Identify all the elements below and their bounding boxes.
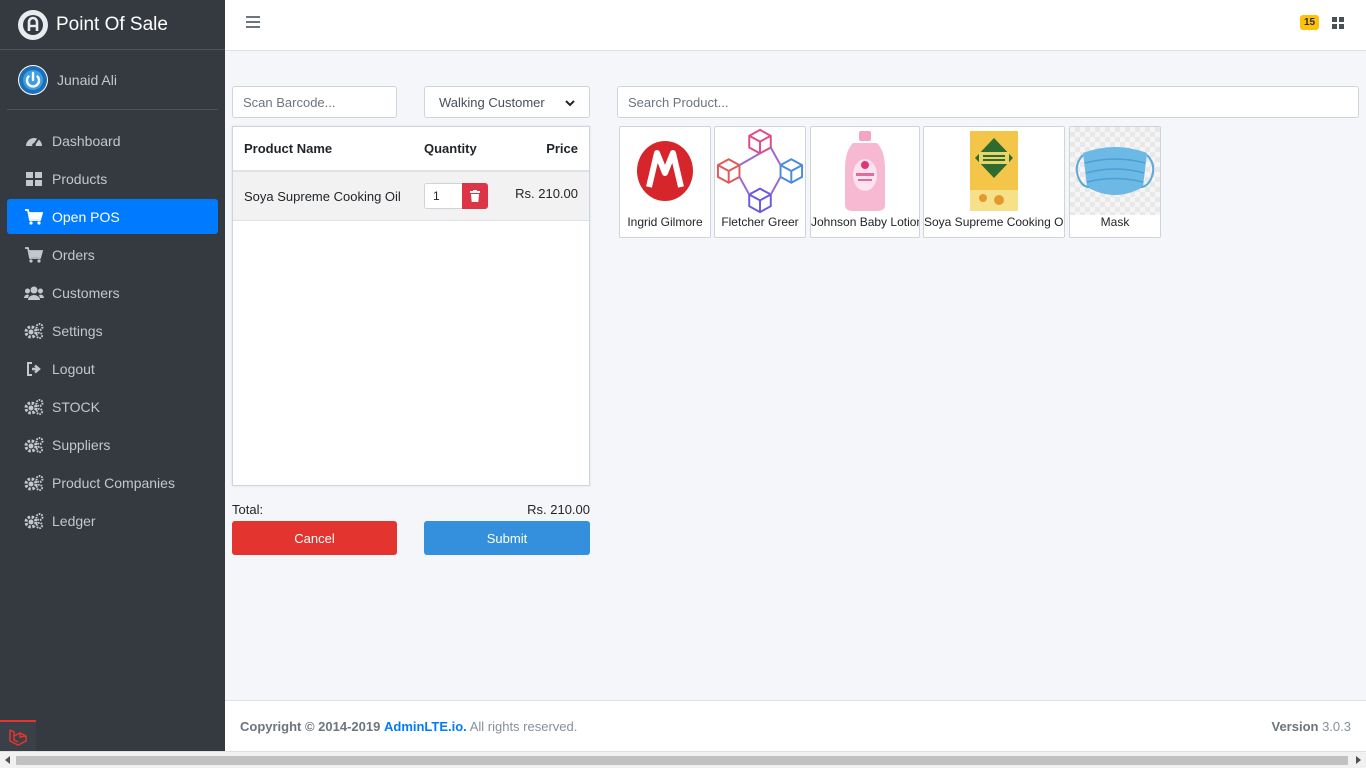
cart-table-header: Product Name Quantity Price (233, 127, 589, 172)
sidebar-item-dashboard[interactable]: Dashboard (7, 123, 218, 158)
sidebar-item-label: Dashboard (52, 132, 121, 149)
submit-button[interactable]: Submit (424, 521, 590, 555)
footer-version: Version 3.0.3 (1271, 719, 1351, 734)
scroll-left-icon[interactable] (5, 756, 10, 764)
quantity-input[interactable]: 1 (424, 183, 462, 209)
cogs-icon (24, 474, 44, 492)
sidebar-item-label: Products (52, 170, 108, 187)
sidebar-item-label: Open POS (52, 208, 120, 225)
adminlte-link[interactable]: AdminLTE.io. (384, 719, 467, 734)
copyright-text: Copyright © 2014-2019 (240, 718, 381, 734)
notification-badge[interactable]: 15 (1300, 15, 1320, 30)
product-card[interactable]: Ingrid Gilmore (619, 126, 711, 238)
laravel-logo-icon[interactable] (0, 720, 36, 751)
customer-select[interactable]: Walking Customer (424, 86, 590, 118)
total-value: Rs. 210.00 (527, 502, 590, 517)
tachometer-icon (24, 132, 44, 150)
product-card[interactable]: Fletcher Greer (714, 126, 806, 238)
sidebar-item-customers[interactable]: Customers (7, 275, 218, 310)
sidebar-item-label: Logout (52, 360, 95, 377)
grid-icon (24, 170, 44, 188)
cogs-icon (24, 398, 44, 416)
cogs-icon (24, 512, 44, 530)
column-header-price: Price (546, 141, 578, 156)
sidebar-item-product-companies[interactable]: Product Companies (7, 465, 218, 500)
sidebar-item-label: Ledger (52, 512, 96, 529)
sign-out-icon (24, 360, 44, 378)
version-label: Version (1271, 718, 1319, 734)
product-name: Fletcher Greer (721, 215, 799, 229)
sidebar-item-label: Customers (52, 284, 120, 301)
scrollbar-thumb[interactable] (16, 756, 1348, 765)
user-name: Junaid Ali (57, 71, 117, 88)
barcode-input[interactable] (232, 86, 397, 118)
sidebar-item-products[interactable]: Products (7, 161, 218, 196)
brand-title: Point Of Sale (56, 13, 168, 35)
product-name: Soya Supreme Cooking Oil (924, 215, 1064, 229)
search-product-input[interactable] (617, 86, 1359, 118)
trash-icon (470, 190, 480, 202)
cart-item-name: Soya Supreme Cooking Oil (244, 188, 401, 204)
product-name: Mask (1100, 215, 1130, 229)
menu-toggle-icon[interactable] (246, 16, 260, 30)
sidebar-item-suppliers[interactable]: Suppliers (7, 427, 218, 462)
version-number: 3.0.3 (1322, 718, 1351, 734)
cart-table: Product Name Quantity Price Soya Supreme… (232, 126, 590, 486)
rights-text: All rights reserved. (469, 718, 578, 734)
cart-icon (24, 208, 44, 226)
sidebar-item-orders[interactable]: Orders (7, 237, 218, 272)
apps-grid-icon[interactable] (1332, 17, 1344, 29)
product-card[interactable]: Mask (1069, 126, 1161, 238)
sidebar-item-settings[interactable]: Settings (7, 313, 218, 348)
sidebar: Point Of Sale Junaid Ali Dashboard Produ… (0, 0, 225, 751)
cart-item-price: Rs. 210.00 (515, 186, 578, 201)
horizontal-scrollbar[interactable] (0, 751, 1366, 768)
top-navbar: 15 (225, 0, 1366, 51)
avatar (18, 64, 48, 95)
sidebar-item-logout[interactable]: Logout (7, 351, 218, 386)
sidebar-item-label: Suppliers (52, 436, 111, 453)
product-card[interactable]: Soya Supreme Cooking Oil (923, 126, 1065, 238)
scroll-right-icon[interactable] (1356, 756, 1361, 764)
sidebar-nav: Dashboard Products Open POS Orders Custo… (0, 123, 225, 538)
sidebar-item-stock[interactable]: STOCK (7, 389, 218, 424)
total-label: Total: (232, 502, 264, 517)
product-name: Ingrid Gilmore (627, 215, 703, 229)
chevron-down-icon (565, 95, 575, 110)
sidebar-item-label: Product Companies (52, 474, 175, 491)
quantity-group: 1 (413, 183, 493, 209)
column-header-product: Product Name (244, 141, 333, 156)
product-image (1070, 127, 1160, 215)
customer-select-value: Walking Customer (439, 94, 545, 110)
sidebar-item-label: Settings (52, 322, 103, 339)
product-image (715, 127, 805, 215)
product-card[interactable]: Johnson Baby Lotion (810, 126, 920, 238)
cogs-icon (24, 322, 44, 340)
sidebar-item-label: Orders (52, 246, 95, 263)
cart-icon (24, 246, 44, 264)
product-image (811, 127, 919, 215)
sidebar-item-label: STOCK (52, 398, 100, 415)
table-row: Soya Supreme Cooking Oil 1 Rs. 210.00 (233, 172, 589, 221)
delete-item-button[interactable] (462, 183, 488, 209)
cogs-icon (24, 436, 44, 454)
product-image (924, 127, 1064, 215)
product-image (620, 127, 710, 215)
product-name: Johnson Baby Lotion (811, 215, 919, 229)
sidebar-item-open-pos[interactable]: Open POS (7, 199, 218, 234)
cancel-button[interactable]: Cancel (232, 521, 397, 555)
column-header-quantity: Quantity (424, 141, 477, 156)
user-panel[interactable]: Junaid Ali (7, 50, 218, 110)
footer: Copyright © 2014-2019 AdminLTE.io. All r… (225, 700, 1366, 751)
brand[interactable]: Point Of Sale (0, 0, 225, 50)
footer-copyright: Copyright © 2014-2019 AdminLTE.io. All r… (240, 719, 577, 734)
sidebar-item-ledger[interactable]: Ledger (7, 503, 218, 538)
users-icon (24, 284, 44, 302)
brand-logo-icon (18, 9, 48, 40)
